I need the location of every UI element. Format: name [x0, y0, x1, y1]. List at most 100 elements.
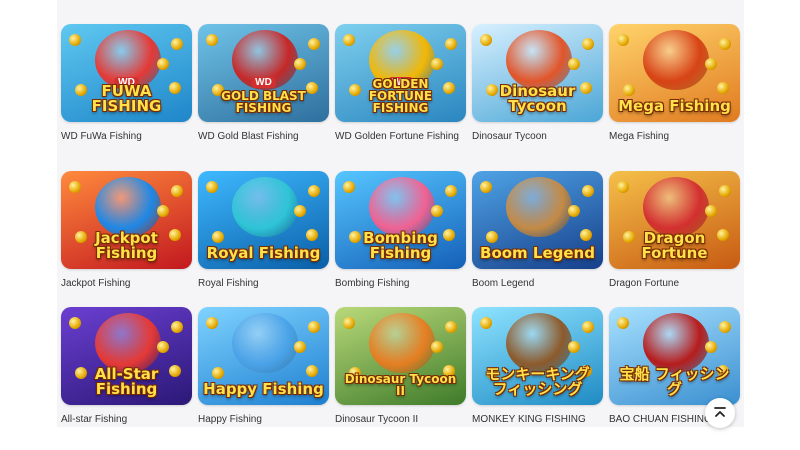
game-art-title: All-Star Fishing: [94, 365, 159, 398]
game-card[interactable]: Dragon Fortune Dragon Fortune: [609, 171, 740, 290]
game-title[interactable]: Mega Fishing: [609, 131, 740, 143]
coin-icon: [343, 181, 355, 193]
coin-icon: [294, 341, 306, 353]
coin-icon: [617, 34, 629, 46]
game-thumbnail[interactable]: Bombing Fishing: [335, 171, 466, 269]
game-thumbnail[interactable]: WD FUWA FISHING: [61, 24, 192, 122]
game-art-title: FUWA FISHING: [91, 82, 162, 115]
game-card[interactable]: Dinosaur Tycoon Dinosaur Tycoon: [472, 24, 603, 143]
coin-icon: [431, 205, 443, 217]
coin-icon: [705, 205, 717, 217]
game-title[interactable]: Royal Fishing: [198, 278, 329, 290]
game-character-art: [643, 313, 709, 373]
game-card[interactable]: WD GOLDEN FORTUNE FISHING WD Golden Fortun…: [335, 24, 466, 143]
coin-icon: [69, 181, 81, 193]
coin-icon: [171, 38, 183, 50]
game-thumbnail[interactable]: Boom Legend: [472, 171, 603, 269]
game-character-art: [506, 313, 572, 373]
coin-icon: [171, 185, 183, 197]
game-thumbnail[interactable]: Royal Fishing: [198, 171, 329, 269]
game-card[interactable]: Bombing Fishing Bombing Fishing: [335, 171, 466, 290]
game-card[interactable]: All-Star Fishing All-star Fishing: [61, 307, 192, 426]
game-character-art: [232, 313, 298, 373]
game-art-title: GOLDEN FORTUNE FISHING: [368, 77, 433, 115]
game-character-art: [95, 313, 161, 373]
game-art-title: Jackpot Fishing: [95, 229, 158, 262]
coin-icon: [568, 205, 580, 217]
coin-icon: [308, 321, 320, 333]
coin-icon: [212, 367, 224, 379]
game-card[interactable]: Boom Legend Boom Legend: [472, 171, 603, 290]
game-art-title: Bombing Fishing: [363, 229, 438, 262]
game-art-title: Happy Fishing: [203, 380, 324, 398]
coin-icon: [445, 321, 457, 333]
game-card[interactable]: WD GOLD BLAST FISHING WD Gold Blast Fishin…: [198, 24, 329, 143]
coin-icon: [480, 317, 492, 329]
coin-icon: [69, 317, 81, 329]
game-thumbnail[interactable]: Dinosaur Tycoon: [472, 24, 603, 122]
game-thumbnail[interactable]: WD GOLDEN FORTUNE FISHING: [335, 24, 466, 122]
game-thumbnail[interactable]: Dragon Fortune: [609, 171, 740, 269]
game-character-art: [369, 313, 435, 373]
coin-icon: [582, 321, 594, 333]
game-card[interactable]: Royal Fishing Royal Fishing: [198, 171, 329, 290]
coin-icon: [206, 317, 218, 329]
game-title[interactable]: Dinosaur Tycoon: [472, 131, 603, 143]
game-character-art: [232, 177, 298, 237]
game-art-title: Dragon Fortune: [641, 229, 708, 262]
game-thumbnail[interactable]: Dinosaur Tycoon II: [335, 307, 466, 405]
coin-icon: [486, 231, 498, 243]
game-character-art: [643, 30, 709, 90]
coin-icon: [719, 321, 731, 333]
coin-icon: [445, 38, 457, 50]
game-thumbnail[interactable]: All-Star Fishing: [61, 307, 192, 405]
game-title[interactable]: Boom Legend: [472, 278, 603, 290]
game-art-title: Boom Legend: [480, 244, 595, 262]
game-title[interactable]: All-star Fishing: [61, 414, 192, 426]
game-thumbnail[interactable]: WD GOLD BLAST FISHING: [198, 24, 329, 122]
game-thumbnail[interactable]: 宝船 フィッシング: [609, 307, 740, 405]
game-character-art: [369, 177, 435, 237]
game-thumbnail[interactable]: Mega Fishing: [609, 24, 740, 122]
coin-icon: [306, 365, 318, 377]
coin-icon: [568, 58, 580, 70]
coin-icon: [480, 34, 492, 46]
game-title[interactable]: Dragon Fortune: [609, 278, 740, 290]
game-card[interactable]: モンキーキング フィッシング MONKEY KING FISHING: [472, 307, 603, 426]
coin-icon: [157, 341, 169, 353]
coin-icon: [206, 34, 218, 46]
game-thumbnail[interactable]: Jackpot Fishing: [61, 171, 192, 269]
game-title[interactable]: Dinosaur Tycoon II: [335, 414, 466, 426]
game-character-art: [643, 177, 709, 237]
coin-icon: [157, 58, 169, 70]
game-card[interactable]: Mega Fishing Mega Fishing: [609, 24, 740, 143]
game-title[interactable]: Happy Fishing: [198, 414, 329, 426]
coin-icon: [69, 34, 81, 46]
game-title[interactable]: MONKEY KING FISHING: [472, 414, 603, 426]
back-to-top-button[interactable]: [705, 398, 735, 428]
game-character-art: [506, 30, 572, 90]
game-card[interactable]: Dinosaur Tycoon II Dinosaur Tycoon II: [335, 307, 466, 426]
coin-icon: [206, 181, 218, 193]
game-thumbnail[interactable]: モンキーキング フィッシング: [472, 307, 603, 405]
game-card[interactable]: Happy Fishing Happy Fishing: [198, 307, 329, 426]
game-title[interactable]: Bombing Fishing: [335, 278, 466, 290]
coin-icon: [343, 317, 355, 329]
game-card[interactable]: Jackpot Fishing Jackpot Fishing: [61, 171, 192, 290]
coin-icon: [705, 58, 717, 70]
game-title[interactable]: WD Gold Blast Fishing: [198, 131, 329, 143]
game-card[interactable]: WD FUWA FISHING WD FuWa Fishing: [61, 24, 192, 143]
game-art-title: Dinosaur Tycoon II: [344, 372, 457, 398]
game-title[interactable]: Jackpot Fishing: [61, 278, 192, 290]
wd-badge: WD: [251, 77, 276, 88]
game-title[interactable]: WD Golden Fortune Fishing: [335, 131, 466, 143]
game-title[interactable]: WD FuWa Fishing: [61, 131, 192, 143]
coin-icon: [719, 38, 731, 50]
coin-icon: [171, 321, 183, 333]
arrow-up-to-top-icon: [714, 407, 726, 417]
game-thumbnail[interactable]: Happy Fishing: [198, 307, 329, 405]
coin-icon: [431, 341, 443, 353]
game-art-title: Royal Fishing: [206, 244, 321, 262]
coin-icon: [623, 84, 635, 96]
game-art-title: 宝船 フィッシング: [619, 365, 730, 398]
